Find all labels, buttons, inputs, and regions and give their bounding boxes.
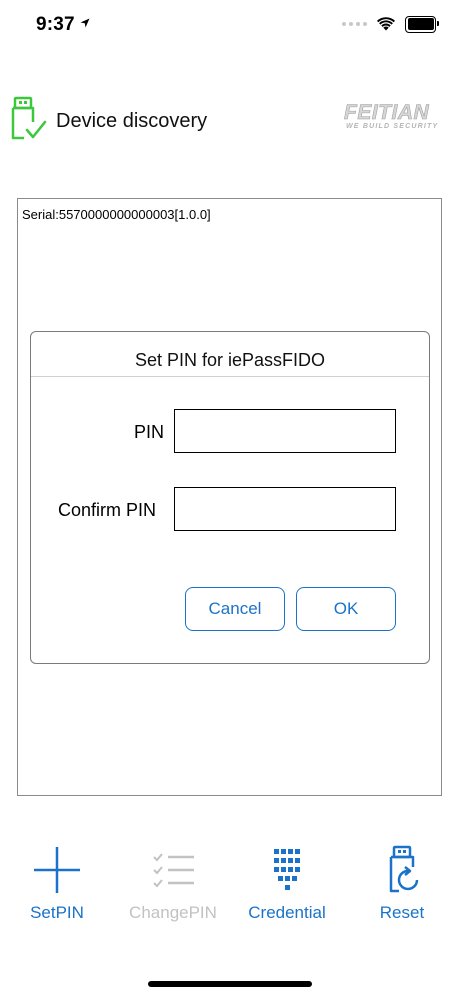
confirm-pin-label: Confirm PIN xyxy=(57,500,156,520)
location-arrow-icon xyxy=(80,18,90,28)
keypad-icon xyxy=(274,849,300,890)
pin-field[interactable] xyxy=(174,409,396,453)
battery-icon xyxy=(405,15,439,33)
tab-reset[interactable]: Reset xyxy=(347,845,457,923)
page-title: Device discovery xyxy=(56,110,208,132)
cancel-button[interactable]: Cancel xyxy=(185,587,285,631)
tab-credential[interactable]: Credential xyxy=(232,845,342,923)
tab-changepin[interactable]: ChangePIN xyxy=(118,845,228,923)
usb-reset-icon xyxy=(389,845,419,893)
tab-setpin[interactable]: SetPIN xyxy=(2,845,112,923)
tab-credential-label: Credential xyxy=(248,903,326,922)
ok-button[interactable]: OK xyxy=(296,587,396,631)
dialog-title: Set PIN for iePassFIDO xyxy=(134,350,326,370)
usb-key-check-icon[interactable] xyxy=(10,96,48,144)
feitian-logo: FEITIAN WE BUILD SECURITY xyxy=(344,101,438,130)
home-indicator[interactable] xyxy=(148,981,312,987)
tab-reset-label: Reset xyxy=(379,903,425,922)
pin-label: PIN xyxy=(133,422,164,442)
tab-setpin-label: SetPIN xyxy=(30,903,84,922)
checklist-icon xyxy=(153,853,194,888)
svg-text:WE BUILD SECURITY: WE BUILD SECURITY xyxy=(346,123,438,130)
plus-icon xyxy=(34,847,80,893)
svg-text:FEITIAN: FEITIAN xyxy=(344,101,429,124)
serial-text: Serial:5570000000000003[1.0.0] xyxy=(22,207,211,222)
signal-dots-icon xyxy=(342,22,367,26)
wifi-icon xyxy=(377,17,395,31)
tab-changepin-label: ChangePIN xyxy=(129,903,217,922)
status-icons xyxy=(342,14,439,34)
confirm-pin-field[interactable] xyxy=(174,487,396,531)
dialog-divider xyxy=(31,376,429,377)
status-time: 9:37 xyxy=(36,14,75,35)
